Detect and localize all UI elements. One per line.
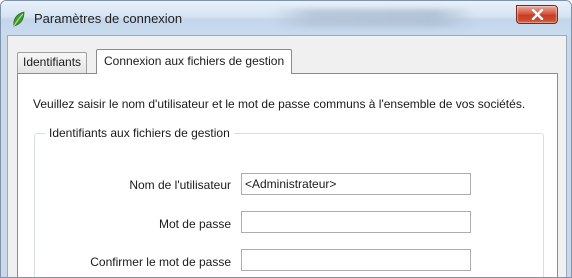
app-leaf-icon — [12, 11, 25, 27]
window-title: Paramètres de connexion — [34, 11, 183, 26]
close-icon — [531, 9, 544, 20]
username-label: Nom de l'utilisateur — [129, 178, 231, 192]
instruction-text: Veuillez saisir le nom d'utilisateur et … — [33, 97, 526, 111]
tab-connexion-fichiers-gestion[interactable]: Connexion aux fichiers de gestion — [96, 49, 293, 74]
groupbox-title: Identifiants aux fichiers de gestion — [45, 126, 234, 140]
title-bar[interactable]: Paramètres de connexion — [1, 1, 571, 35]
username-field[interactable] — [241, 173, 471, 195]
tab-panel: Veuillez saisir le nom d'utilisateur et … — [17, 73, 558, 277]
confirm-password-field[interactable] — [241, 249, 471, 271]
password-label: Mot de passe — [158, 217, 231, 231]
confirm-password-label: Confirmer le mot de passe — [90, 255, 231, 269]
password-field[interactable] — [241, 211, 471, 233]
tab-identifiants[interactable]: Identifiants — [17, 52, 88, 73]
dialog-body: Identifiants Connexion aux fichiers de g… — [7, 35, 567, 277]
blurred-title-region — [271, 9, 476, 27]
close-button[interactable] — [516, 5, 558, 24]
dialog-window: Paramètres de connexion Identifiants Con… — [0, 0, 572, 278]
credentials-groupbox: Identifiants aux fichiers de gestion Nom… — [34, 126, 544, 277]
